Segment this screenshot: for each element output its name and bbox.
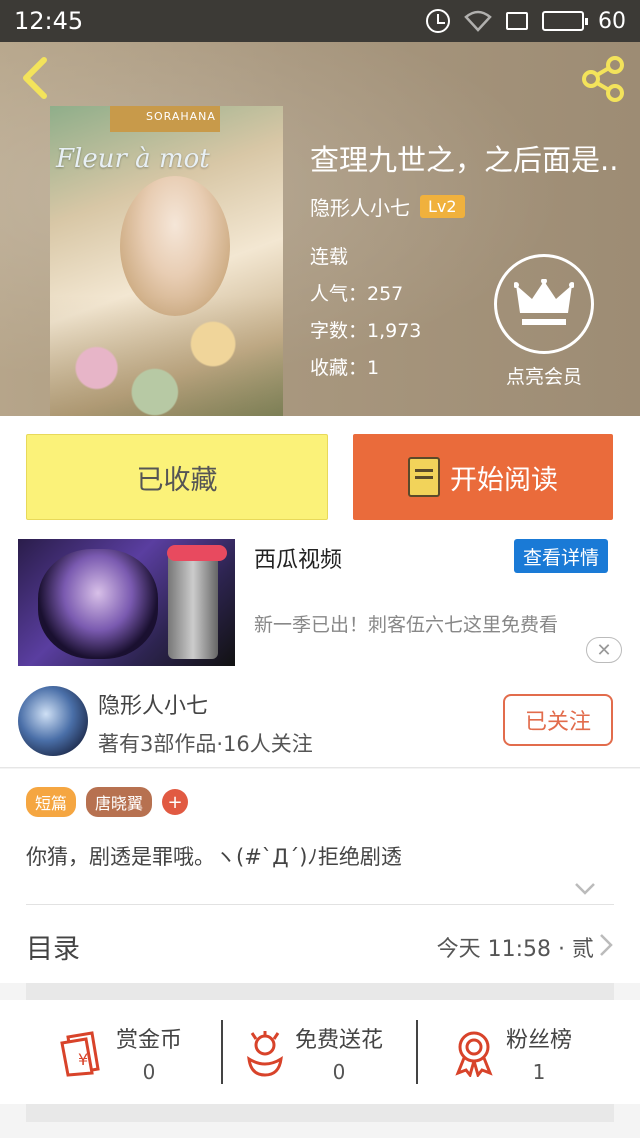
start-reading-label: 开始阅读 (450, 464, 558, 496)
red-envelope-icon: ¥ (60, 1031, 100, 1077)
reward-coins-button[interactable]: ¥ 赏金币 0 (58, 1018, 182, 1088)
ad-sword (168, 549, 218, 659)
ad-character (38, 549, 158, 659)
fan-ranking-label: 粉丝榜 (506, 1028, 573, 1053)
latest-chapter: 今天 11:58 · 贰 (436, 937, 594, 962)
section-gap (26, 983, 614, 1000)
free-flowers-button[interactable]: 免费送花 0 (245, 1018, 383, 1088)
wifi-icon (464, 10, 492, 32)
ad-close-icon[interactable]: ✕ (586, 637, 622, 663)
book-cover[interactable]: SORAHANA Fleur à mot (50, 106, 283, 416)
favorited-button[interactable]: 已收藏 (26, 434, 328, 520)
section-gap (26, 1104, 614, 1122)
chevron-down-icon[interactable] (574, 877, 596, 899)
battery-percent: 60 (598, 8, 626, 34)
alarm-icon (426, 9, 450, 33)
divider (221, 1020, 223, 1084)
status-icons: 60 (426, 9, 626, 34)
share-icon[interactable] (578, 54, 628, 104)
free-flowers-texts: 免费送花 0 (295, 1022, 383, 1084)
book-favorites: 收藏：1 (310, 357, 380, 379)
status-time: 12:45 (14, 7, 84, 35)
fan-ranking-texts: 粉丝榜 1 (506, 1022, 572, 1084)
fan-ranking-button[interactable]: 粉丝榜 1 (452, 1018, 572, 1088)
book-icon (408, 457, 440, 497)
chevron-right-icon (600, 934, 613, 956)
member-button[interactable]: 点亮会员 (494, 254, 594, 389)
tag-item[interactable]: 唐晓翼 (86, 787, 153, 817)
book-meta: 连载 人气：257 字数：1,973 收藏：1 (310, 239, 421, 387)
book-word-count: 字数：1,973 (310, 320, 422, 342)
tag-item[interactable]: 短篇 (26, 787, 77, 817)
book-intro: 你猜，剧透是罪哦。ヽ(#`Д´)ﾉ拒绝剧透 (26, 845, 402, 869)
ad-detail-button[interactable]: 查看详情 (514, 539, 608, 573)
sim-icon (506, 12, 528, 30)
book-status: 连载 (310, 246, 349, 268)
member-ring (494, 254, 594, 354)
cover-brand: SORAHANA (146, 110, 216, 123)
book-author[interactable]: 隐形人小七 (310, 192, 410, 221)
author-stats: 著有3部作品·16人关注 (98, 732, 313, 756)
action-bar: 已收藏 开始阅读 (0, 416, 640, 536)
flower-icon (247, 1031, 283, 1077)
free-flowers-label: 免费送花 (295, 1028, 384, 1053)
catalog-label: 目录 (26, 934, 80, 965)
catalog-row[interactable]: 目录 今天 11:58 · 贰 (0, 905, 640, 983)
crown-icon (514, 279, 574, 325)
ad-title: 西瓜视频 (254, 548, 343, 573)
member-label: 点亮会员 (505, 366, 582, 388)
book-popularity: 人气：257 (310, 283, 404, 305)
cover-title-art: Fleur à mot (56, 144, 210, 174)
status-bar: 12:45 60 (0, 0, 640, 42)
reward-coins-label: 赏金币 (116, 1028, 183, 1053)
battery-icon (542, 11, 588, 31)
cover-flowers (50, 296, 283, 416)
following-button[interactable]: 已关注 (503, 694, 613, 746)
reward-coins-texts: 赏金币 0 (116, 1022, 182, 1084)
free-flowers-value: 0 (332, 1060, 346, 1084)
add-tag-button[interactable]: + (162, 789, 189, 815)
cover-illustration (120, 176, 230, 316)
author-name: 隐形人小七 (98, 694, 209, 719)
avatar[interactable] (18, 686, 88, 756)
back-arrow-icon[interactable] (16, 56, 56, 100)
ad-description: 新一季已出！刺客伍六七这里免费看 (254, 614, 559, 636)
reward-coins-value: 0 (142, 1060, 156, 1084)
fan-ranking-value: 1 (532, 1060, 546, 1084)
tag-list: 短篇 唐晓翼 + (26, 787, 189, 817)
divider (416, 1020, 418, 1084)
tags-intro-section: 短篇 唐晓翼 + 你猜，剧透是罪哦。ヽ(#`Д´)ﾉ拒绝剧透 (0, 769, 640, 905)
ad-image[interactable] (18, 539, 235, 666)
author-row[interactable]: 隐形人小七 著有3部作品·16人关注 已关注 (0, 672, 640, 768)
book-header: SORAHANA Fleur à mot 查理九世之，之后面是.. 隐形人小七 … (0, 42, 640, 416)
svg-text:¥: ¥ (78, 1050, 88, 1069)
reward-stats: ¥ 赏金币 0 免费送花 0 粉丝榜 1 (0, 1000, 640, 1104)
start-reading-button[interactable]: 开始阅读 (353, 434, 613, 520)
ad-logo (167, 545, 227, 561)
medal-icon (455, 1031, 493, 1077)
level-badge: Lv2 (420, 195, 465, 218)
book-title: 查理九世之，之后面是.. (310, 143, 619, 177)
book-author-line: 隐形人小七 Lv2 (310, 192, 465, 221)
ad-banner[interactable]: 西瓜视频 查看详情 新一季已出！刺客伍六七这里免费看 ✕ (0, 536, 640, 672)
